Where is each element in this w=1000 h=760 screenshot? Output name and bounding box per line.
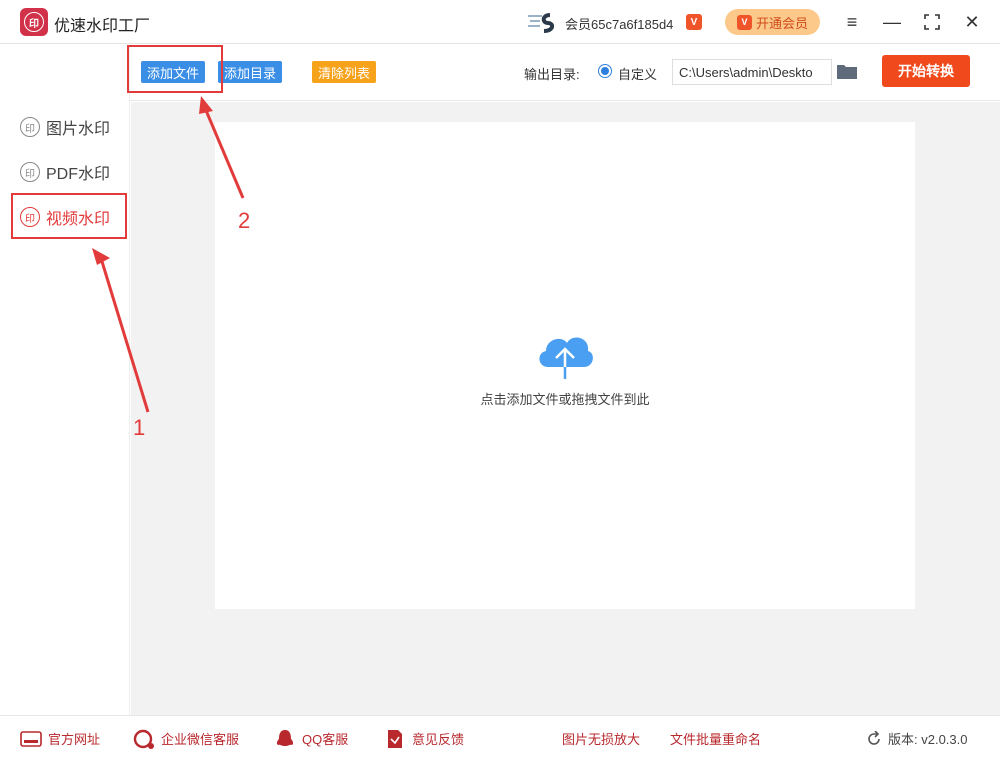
sidebar-item-label: 图片水印 — [46, 121, 111, 138]
vip-icon: V — [736, 14, 752, 30]
open-vip-label: 开通会员 — [755, 15, 808, 31]
custom-dir-radio-label[interactable]: 自定义 — [618, 64, 657, 83]
official-website-link[interactable]: 官方网址 — [20, 729, 100, 748]
refresh-icon — [868, 730, 880, 745]
app-title: 优速水印工厂 — [54, 18, 151, 35]
minimize-icon[interactable]: — — [880, 10, 904, 34]
app-logo-icon: 印 — [20, 8, 48, 36]
sidebar: 印 图片水印 印 PDF水印 印 视频水印 — [0, 45, 130, 715]
add-directory-button[interactable]: 添加目录 — [218, 61, 283, 83]
wechat-service-link[interactable]: 企业微信客服 — [133, 729, 240, 749]
menu-icon[interactable]: ≡ — [840, 10, 864, 34]
output-path-input[interactable] — [672, 59, 832, 85]
feedback-icon — [384, 729, 406, 748]
main-area: 点击添加文件或拖拽文件到此 — [131, 102, 1000, 715]
version-label: 版本: v2.0.3.0 — [888, 732, 968, 747]
batch-rename-link[interactable]: 文件批量重命名 — [670, 729, 761, 748]
sidebar-item-label: PDF水印 — [46, 166, 111, 183]
toolbar: 添加文件 添加目录 清除列表 输出目录: 自定义 开始转换 — [130, 45, 1000, 101]
official-website-label: 官方网址 — [48, 732, 101, 747]
start-convert-button[interactable]: 开始转换 — [882, 55, 970, 87]
user-avatar-icon — [528, 13, 555, 33]
website-icon — [20, 730, 42, 748]
clear-list-button[interactable]: 清除列表 — [312, 61, 377, 83]
lossless-upscale-link[interactable]: 图片无损放大 — [562, 729, 640, 748]
wechat-icon — [133, 729, 155, 749]
custom-dir-radio[interactable] — [598, 64, 612, 78]
user-name[interactable]: 会员65c7a6f185d4 — [565, 14, 673, 33]
annotation-box-video-watermark — [11, 193, 127, 239]
annotation-label-1: 1 — [133, 415, 146, 440]
output-dir-label: 输出目录: — [524, 67, 580, 82]
folder-icon[interactable] — [837, 64, 857, 79]
watermark-icon: 印 — [20, 162, 40, 182]
close-icon[interactable]: ✕ — [960, 10, 984, 34]
sidebar-item-image-watermark[interactable]: 印 图片水印 — [20, 112, 110, 142]
file-dropzone[interactable]: 点击添加文件或拖拽文件到此 — [215, 122, 915, 609]
feedback-link[interactable]: 意见反馈 — [384, 729, 464, 748]
annotation-box-add-file — [127, 45, 223, 93]
cloud-upload-icon — [539, 337, 593, 379]
open-vip-button[interactable]: V 开通会员 — [725, 9, 820, 35]
dropzone-hint: 点击添加文件或拖拽文件到此 — [480, 392, 650, 407]
qq-icon — [274, 729, 296, 748]
footer: 官方网址 企业微信客服 QQ客服 意见反馈 图片无损放大 文件批量重命名 版本:… — [0, 715, 1000, 760]
qq-service-label: QQ客服 — [302, 732, 349, 747]
title-bar: 印 优速水印工厂 会员65c7a6f185d4 V V 开通会员 ≡ — ✕ — [0, 0, 1000, 44]
version-info[interactable]: 版本: v2.0.3.0 — [866, 729, 967, 748]
watermark-icon: 印 — [20, 117, 40, 137]
vip-badge-icon: V — [686, 14, 702, 30]
wechat-service-label: 企业微信客服 — [161, 732, 240, 747]
sidebar-item-pdf-watermark[interactable]: 印 PDF水印 — [20, 157, 110, 187]
maximize-icon[interactable] — [920, 10, 944, 34]
qq-service-link[interactable]: QQ客服 — [274, 729, 348, 748]
feedback-label: 意见反馈 — [412, 732, 465, 747]
annotation-label-2: 2 — [238, 208, 251, 233]
